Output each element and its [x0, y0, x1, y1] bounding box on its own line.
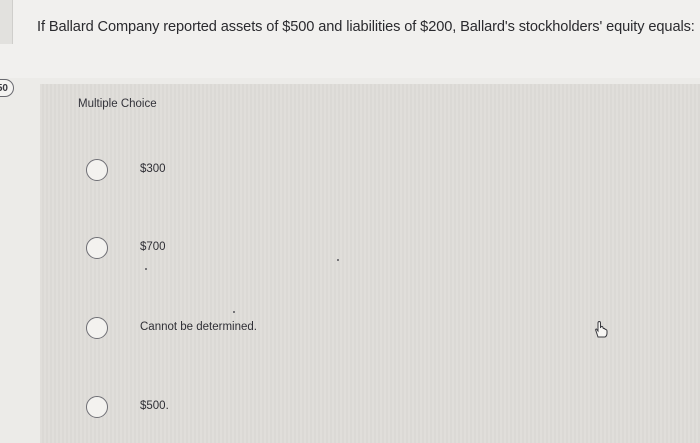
radio-button[interactable] [86, 317, 108, 339]
question-number-badge: 50 [0, 79, 14, 97]
multiple-choice-label: Multiple Choice [78, 98, 157, 110]
radio-button[interactable] [86, 396, 108, 418]
hand-pointer-icon [593, 320, 609, 338]
radio-button[interactable] [86, 159, 108, 181]
question-header [0, 0, 700, 78]
option-2[interactable]: $700 [86, 237, 386, 265]
option-1[interactable]: $300 [86, 159, 386, 187]
radio-button[interactable] [86, 237, 108, 259]
left-tab-edge [0, 0, 13, 44]
option-label: $300 [140, 163, 166, 175]
speck [337, 259, 339, 261]
option-3[interactable]: Cannot be determined. [86, 317, 386, 345]
speck [145, 268, 147, 270]
option-label: $700 [140, 241, 166, 253]
option-label: $500. [140, 400, 169, 412]
option-4[interactable]: $500. [86, 396, 386, 424]
question-text: If Ballard Company reported assets of $5… [37, 19, 695, 35]
speck [233, 311, 235, 313]
option-label: Cannot be determined. [140, 321, 257, 333]
